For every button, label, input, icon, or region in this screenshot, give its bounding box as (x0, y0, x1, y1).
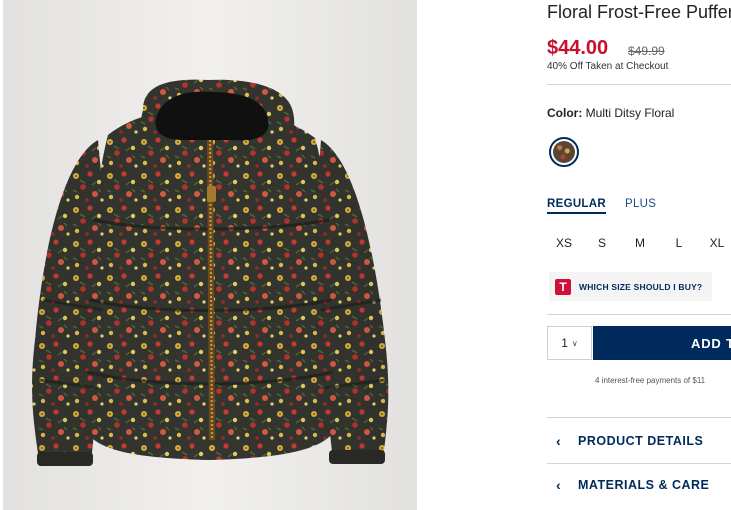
size-help-label: WHICH SIZE SHOULD I BUY? (579, 281, 703, 292)
tab-plus[interactable]: PLUS (625, 198, 656, 210)
accordion-label: MATERIALS & CARE (578, 478, 710, 492)
divider (547, 314, 731, 315)
size-option-l[interactable]: L (664, 236, 694, 250)
quantity-value: 1 (561, 336, 568, 350)
color-value: Multi Ditsy Floral (585, 106, 675, 120)
size-option-s[interactable]: S (587, 236, 617, 250)
product-image[interactable] (3, 0, 417, 510)
swatch-pattern (553, 141, 575, 163)
true-fit-icon: T (555, 278, 571, 295)
payment-note: 4 interest-free payments of $11 (595, 376, 706, 385)
accordion-label: PRODUCT DETAILS (578, 434, 704, 448)
tab-regular[interactable]: REGULAR (547, 198, 606, 214)
chevron-down-icon: ∨ (571, 338, 578, 348)
product-title: Floral Frost-Free Puffer (547, 2, 731, 22)
divider (547, 463, 731, 464)
add-to-bag-button[interactable]: ADD T (593, 326, 731, 360)
product-info-panel: Floral Frost-Free Puffer $44.00 $49.99 4… (547, 0, 731, 510)
divider (547, 84, 731, 85)
quantity-select[interactable]: 1 ∨ (547, 326, 592, 360)
size-option-xs[interactable]: XS (549, 236, 579, 250)
sale-price: $44.00 (547, 37, 609, 59)
size-option-m[interactable]: M (625, 236, 655, 250)
divider (547, 417, 731, 418)
chevron-left-icon: ‹ (556, 477, 561, 493)
color-swatch-multi-ditsy-floral[interactable] (549, 137, 579, 167)
original-price: $49.99 (628, 44, 665, 58)
promo-text: 40% Off Taken at Checkout (547, 61, 669, 72)
color-line: Color: Multi Ditsy Floral (547, 106, 674, 120)
jacket-image (3, 0, 417, 510)
size-option-xl[interactable]: XL (702, 236, 731, 250)
accordion-materials-care[interactable]: ‹ MATERIALS & CARE (547, 475, 731, 495)
size-help-button[interactable]: T WHICH SIZE SHOULD I BUY? (549, 272, 712, 301)
accordion-product-details[interactable]: ‹ PRODUCT DETAILS (547, 431, 731, 451)
chevron-left-icon: ‹ (556, 433, 561, 449)
color-label: Color: (547, 106, 583, 120)
